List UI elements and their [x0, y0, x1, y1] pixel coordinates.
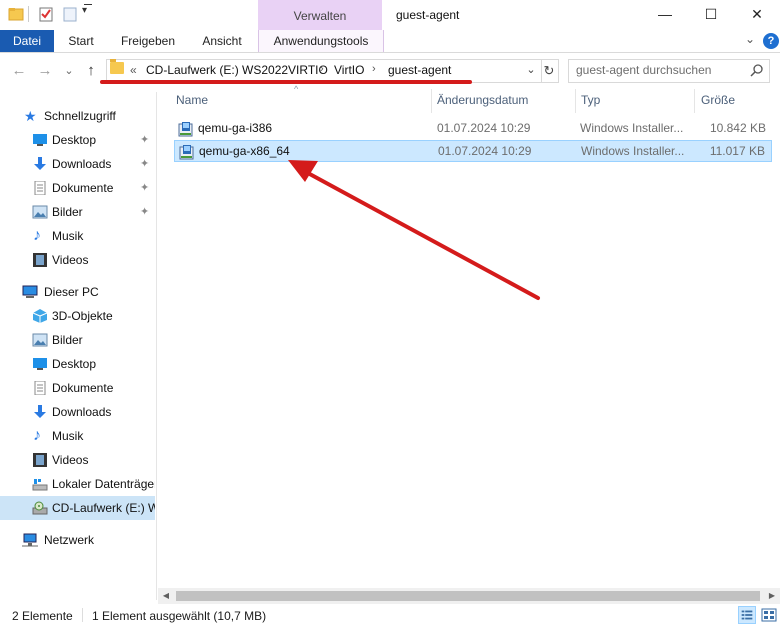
large-icons-view-icon[interactable]	[760, 606, 778, 624]
scrollbar-thumb[interactable]	[176, 591, 760, 601]
annotation-arrow	[288, 160, 540, 300]
scroll-right-button[interactable]: ▶	[764, 588, 780, 604]
scroll-left-button[interactable]: ◀	[158, 588, 174, 604]
status-divider	[82, 608, 83, 622]
status-item-count: 2 Elemente	[12, 609, 73, 623]
details-view-icon[interactable]	[738, 606, 756, 624]
status-selection: 1 Element ausgewählt (10,7 MB)	[92, 609, 267, 623]
